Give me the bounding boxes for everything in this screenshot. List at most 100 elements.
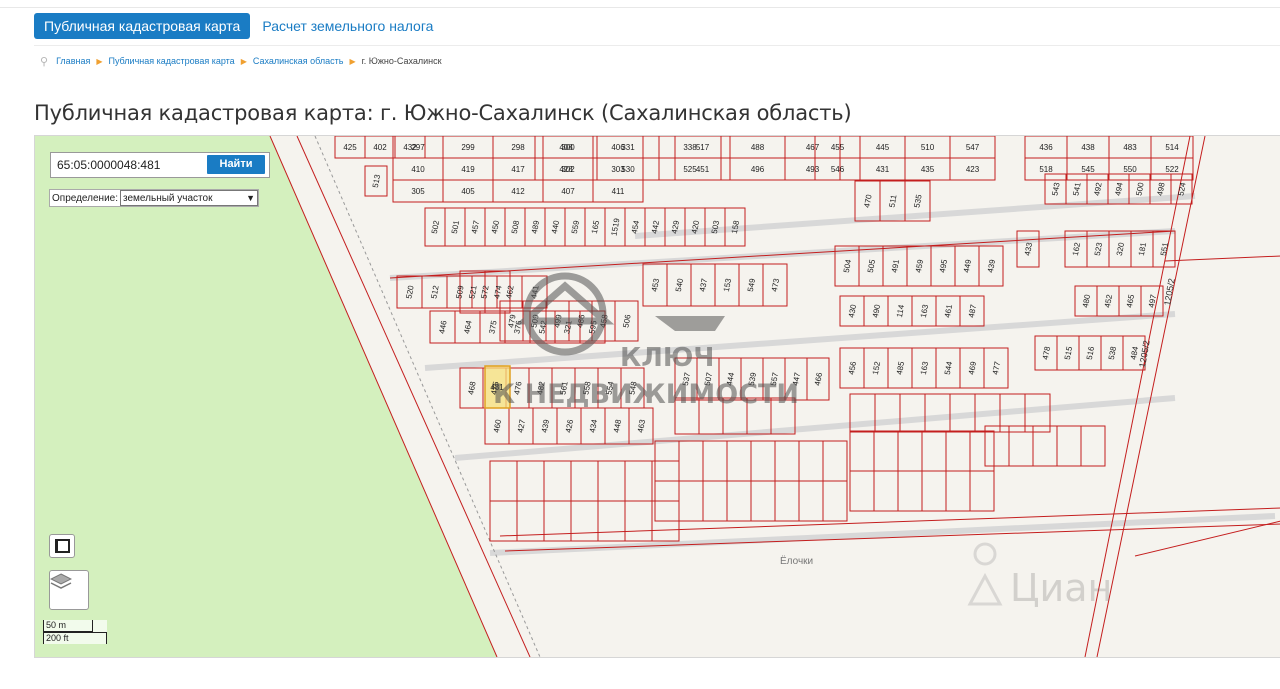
parcel[interactable]	[489, 500, 518, 542]
parcel-label: 331	[621, 143, 635, 152]
parcel-label: 551	[1159, 241, 1170, 256]
watermark-text-2: К НЕДВИЖИМОСТИ	[493, 379, 800, 410]
road-label: 1205/2	[1137, 339, 1152, 368]
parcel-label: 375	[487, 319, 498, 334]
parcel-label: 438	[1081, 143, 1095, 152]
parcel[interactable]	[921, 430, 947, 472]
layers-icon	[50, 573, 72, 589]
parcel-label: 488	[751, 143, 765, 152]
parcel[interactable]	[969, 470, 995, 512]
parcel[interactable]	[1056, 425, 1082, 467]
parcel[interactable]	[969, 430, 995, 472]
parcel[interactable]	[899, 393, 926, 433]
parcel[interactable]	[924, 393, 951, 433]
breadcrumb-region[interactable]: Сахалинская область	[253, 56, 344, 66]
parcel-label: 541	[1071, 181, 1082, 196]
parcel[interactable]	[849, 430, 875, 472]
parcel-label: 514	[1165, 143, 1179, 152]
parcel[interactable]	[798, 480, 824, 522]
parcel[interactable]	[726, 440, 752, 482]
parcel[interactable]	[897, 470, 923, 512]
parcel[interactable]	[570, 500, 599, 542]
parcel-label: 446	[437, 319, 448, 334]
parcel-label: 487	[967, 303, 978, 318]
tab-land-tax[interactable]: Расчет земельного налога	[252, 13, 443, 39]
parcel[interactable]	[726, 480, 752, 522]
parcel-label: 509	[454, 284, 465, 299]
parcel[interactable]	[849, 470, 875, 512]
parcel[interactable]	[822, 440, 848, 482]
parcel-label: 297	[411, 143, 425, 152]
parcel-label: 417	[511, 165, 525, 174]
fullscreen-button[interactable]	[49, 534, 75, 558]
parcel[interactable]	[516, 460, 545, 502]
parcel[interactable]	[597, 460, 626, 502]
parcel[interactable]	[897, 430, 923, 472]
parcel[interactable]	[543, 500, 572, 542]
scale-bar: 50 m 200 ft	[43, 620, 107, 644]
parcel[interactable]	[702, 440, 728, 482]
tab-cadastral-map[interactable]: Публичная кадастровая карта	[34, 13, 251, 39]
nav-tabs: Публичная кадастровая карта Расчет земел…	[34, 12, 445, 40]
parcel-label: 114	[895, 303, 906, 318]
parcel[interactable]	[822, 480, 848, 522]
parcel-label: 452	[1103, 293, 1114, 308]
find-button[interactable]: Найти	[207, 155, 265, 174]
breadcrumb-current: г. Южно-Сахалинск	[361, 56, 442, 66]
parcel[interactable]	[1080, 425, 1106, 467]
chevron-down-icon: ▼	[246, 193, 256, 203]
parcel[interactable]	[874, 393, 901, 433]
breadcrumb-home[interactable]: Главная	[56, 56, 90, 66]
parcel[interactable]	[798, 440, 824, 482]
layers-button[interactable]	[49, 570, 89, 610]
header-divider	[34, 45, 1280, 46]
parcel-label: 402	[373, 143, 387, 152]
parcel-label: 491	[890, 258, 901, 273]
parcel[interactable]	[873, 470, 899, 512]
parcel[interactable]	[921, 470, 947, 512]
parcel[interactable]	[624, 460, 653, 502]
parcel[interactable]	[570, 460, 599, 502]
parcel-label: 436	[1039, 143, 1053, 152]
parcel-label: 433	[1023, 241, 1034, 256]
parcel-label: 407	[561, 187, 575, 196]
parcel-label: 513	[371, 173, 382, 188]
parcel[interactable]	[945, 470, 971, 512]
cadastral-number-input[interactable]	[51, 155, 213, 175]
parcel[interactable]	[702, 480, 728, 522]
parcel-label: 550	[1123, 165, 1137, 174]
parcel[interactable]	[678, 440, 704, 482]
parcel-label: 467	[806, 143, 820, 152]
parcel-label: 298	[511, 143, 525, 152]
parcel-label: 428	[559, 165, 573, 174]
parcel-label: 437	[698, 277, 709, 292]
parcel-label: 506	[621, 313, 632, 328]
definition-select[interactable]: земельный участок ▼	[120, 190, 259, 206]
parcel-label: 496	[751, 165, 765, 174]
cian-watermark	[967, 542, 1003, 606]
parcel[interactable]	[597, 500, 626, 542]
parcel[interactable]	[750, 440, 776, 482]
parcel[interactable]	[945, 430, 971, 472]
parcel-label: 440	[550, 219, 561, 234]
parcel[interactable]	[543, 460, 572, 502]
cadastral-map[interactable]: 425 402 432 297 299 298 300 406 410 419 417 302 303 3…	[34, 135, 1280, 658]
parcel[interactable]	[489, 460, 518, 502]
parcel[interactable]	[678, 480, 704, 522]
parcel[interactable]	[624, 500, 653, 542]
parcel-label: 546	[831, 165, 845, 174]
parcel-label: 522	[1165, 165, 1179, 174]
parcel[interactable]	[774, 480, 800, 522]
parcel[interactable]	[774, 440, 800, 482]
parcel[interactable]	[873, 430, 899, 472]
parcel-label: 427	[516, 418, 527, 433]
scale-imperial: 200 ft	[43, 632, 107, 644]
breadcrumb-cadastral-map[interactable]: Публичная кадастровая карта	[108, 56, 234, 66]
parcel-label: 162	[1071, 241, 1082, 256]
parcel-label: 1519	[610, 217, 622, 237]
breadcrumb: ⚲ Главная ▶ Публичная кадастровая карта …	[40, 54, 442, 68]
parcel[interactable]	[750, 480, 776, 522]
parcel-label: 547	[966, 143, 980, 152]
parcel-label: 545	[1081, 165, 1095, 174]
parcel-label: 158	[730, 219, 741, 234]
